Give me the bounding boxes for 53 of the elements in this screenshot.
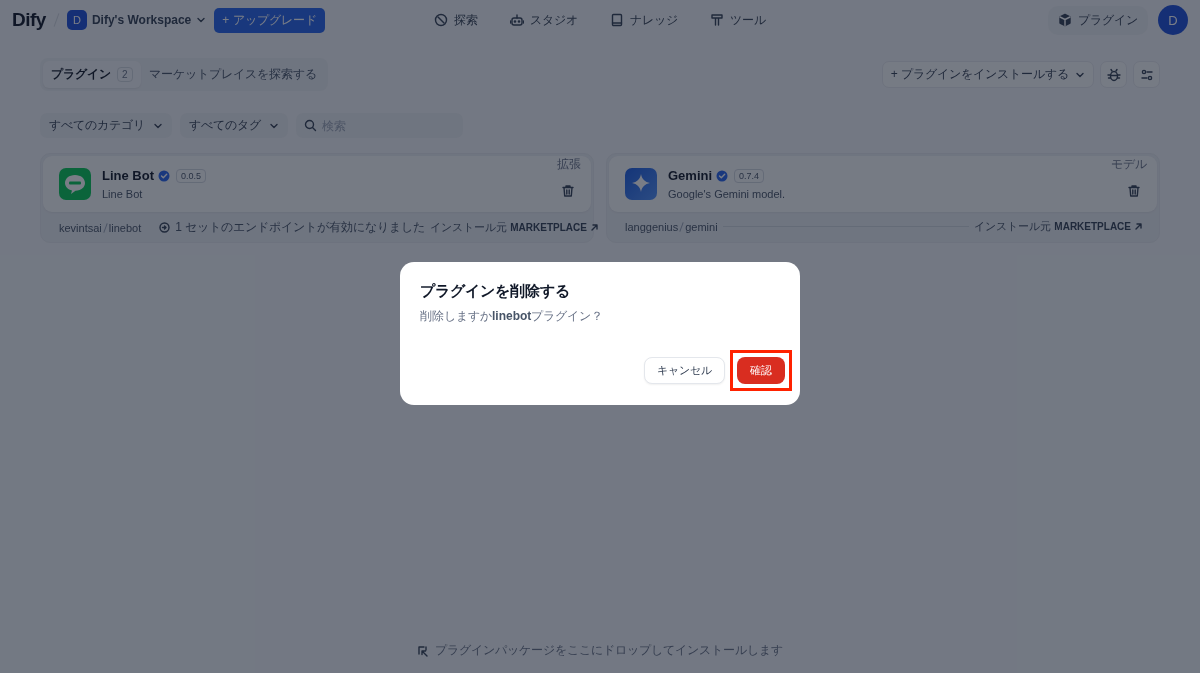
endpoint-icon <box>159 222 171 233</box>
source-link[interactable]: MARKETPLACE <box>1054 221 1131 232</box>
nav-item[interactable]: 探索 <box>432 7 480 33</box>
arrow-up-right-icon <box>1134 222 1143 231</box>
version-badge: 0.0.5 <box>176 168 207 183</box>
plugin-name: Line Bot <box>102 168 154 183</box>
category-label: 拡張 <box>557 156 581 173</box>
nav-item[interactable]: ツール <box>708 7 768 33</box>
book-icon <box>610 13 624 27</box>
plugin-slug: linebot <box>108 221 142 234</box>
tab[interactable]: プラグイン 2 <box>43 61 141 88</box>
sparkle-logo-icon <box>625 168 657 200</box>
chevron-down-icon <box>196 15 207 25</box>
verified-badge-icon <box>158 169 170 182</box>
robot-icon <box>510 13 524 27</box>
author-name: langgenius <box>625 220 679 233</box>
debug-button[interactable] <box>1100 61 1127 88</box>
trash-icon <box>1127 184 1141 198</box>
search-icon <box>304 119 317 132</box>
user-avatar[interactable]: D <box>1158 5 1188 35</box>
plugin-description: Line Bot <box>102 188 144 200</box>
dialog-title: プラグインを削除する <box>420 281 571 301</box>
chat-bubble-logo-icon <box>59 168 91 200</box>
count-badge: 2 <box>117 67 133 82</box>
plugin-description: Google's Gemini model. <box>668 188 787 200</box>
plugins-button[interactable]: プラグイン <box>1048 5 1148 35</box>
author-name: kevintsai <box>59 221 102 234</box>
nav-item[interactable]: スタジオ <box>508 7 580 33</box>
plugin-slug: gemini <box>685 220 718 233</box>
cube-icon <box>1058 13 1072 27</box>
verified-badge-icon <box>716 169 729 182</box>
tab[interactable]: マーケットプレイスを探索する <box>140 61 325 88</box>
dialog-message: 削除しますかlinebotプラグイン？ <box>420 307 605 325</box>
bug-icon <box>1106 67 1121 82</box>
plugin-name: Gemini <box>668 168 713 183</box>
workspace-selector[interactable]: D Dify's Workspace <box>66 10 207 30</box>
install-plugin-button[interactable]: + プラグインをインストールする <box>881 61 1094 88</box>
logo[interactable]: Dify <box>12 9 46 31</box>
filter-dropdown[interactable]: すべてのカテゴリ <box>40 113 172 138</box>
filter-dropdown[interactable]: すべてのタグ <box>180 113 288 138</box>
sliders-icon <box>1139 67 1154 82</box>
version-badge: 0.7.4 <box>734 168 765 183</box>
upgrade-button[interactable]: + アップグレード <box>214 7 325 33</box>
endpoint-status: 1 セットのエンドポイントが有効になりました <box>175 219 426 236</box>
hammer-icon <box>710 13 724 27</box>
settings-button[interactable] <box>1133 61 1160 88</box>
file-drop-icon <box>417 644 429 657</box>
source-link[interactable]: MARKETPLACE <box>510 222 587 233</box>
nav-item[interactable]: ナレッジ <box>608 7 680 33</box>
confirm-button[interactable]: 確認 <box>737 356 785 384</box>
arrow-up-right-icon <box>589 223 599 232</box>
trash-icon <box>561 184 575 198</box>
cancel-button[interactable]: キャンセル <box>644 356 725 384</box>
